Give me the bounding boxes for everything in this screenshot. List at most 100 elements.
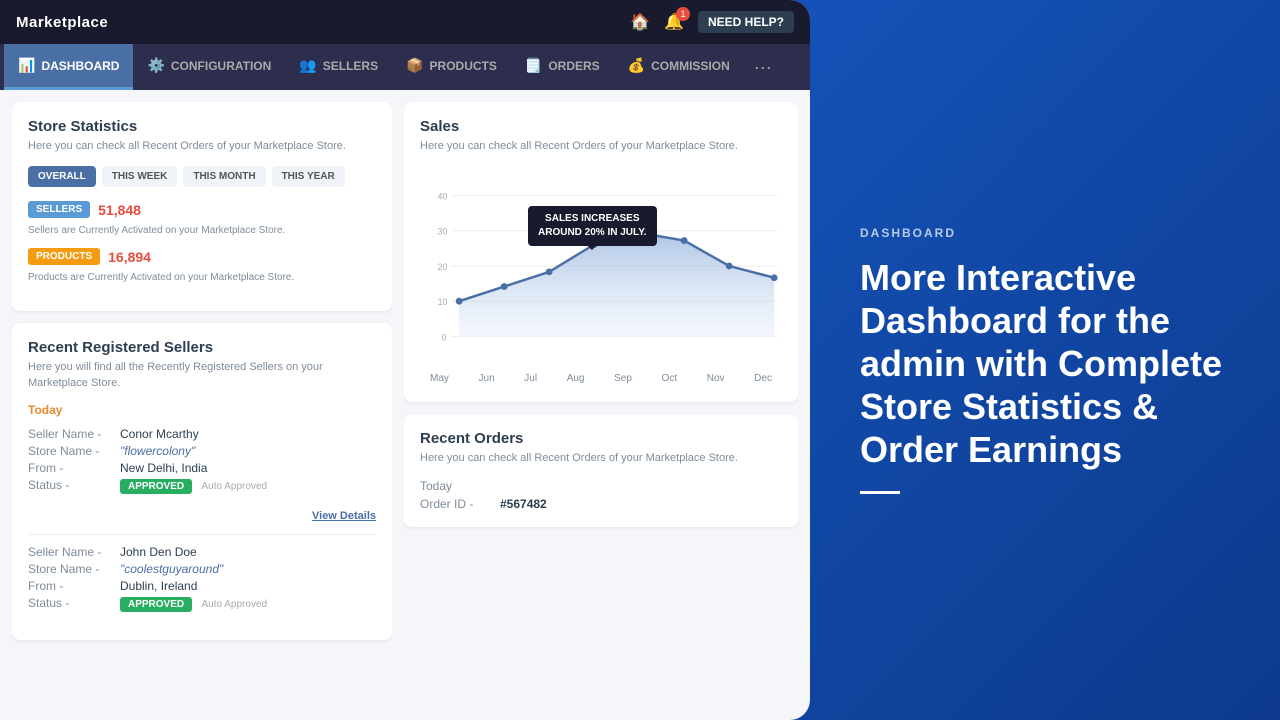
filter-this-year[interactable]: THIS YEAR [272,166,345,187]
products-count: 16,894 [108,249,151,265]
view-details-button-1[interactable]: View Details [312,510,376,522]
seller-2-name-row: Seller Name - John Den Doe [28,545,376,559]
seller-name-1: Conor Mcarthy [120,427,376,441]
svg-text:40: 40 [438,192,448,202]
seller-1-name-row: Seller Name - Conor Mcarthy [28,427,376,441]
label-oct: Oct [662,373,678,384]
status-badge-1: APPROVED [120,479,192,494]
tab-sellers[interactable]: 👥 SELLERS [285,44,392,90]
sellers-tab-icon: 👥 [299,57,316,74]
seller-2-store-row: Store Name - "coolestguyaround" [28,562,376,576]
view-details-row-1: View Details [28,506,376,524]
store-statistics-title: Store Statistics [28,118,376,135]
products-description: Products are Currently Activated on your… [28,271,376,285]
recent-orders-title: Recent Orders [420,430,782,447]
accent-line [860,491,900,494]
label-aug: Aug [567,373,585,384]
point-dec [771,275,778,282]
commission-tab-icon: 💰 [628,57,645,74]
point-oct [681,238,688,245]
label-sep: Sep [614,373,632,384]
from-2: Dublin, Ireland [120,579,376,593]
orders-tab-icon: 🗒️ [525,57,542,74]
home-icon[interactable]: 🏠 [630,12,650,32]
label-jul: Jul [524,373,537,384]
from-label-2: From - [28,579,118,593]
top-bar: Marketplace 🏠 🔔 1 NEED HELP? [0,0,810,44]
left-panel: Store Statistics Here you can check all … [12,102,392,708]
from-1: New Delhi, India [120,461,376,475]
filter-tabs: OVERALL THIS WEEK THIS MONTH THIS YEAR [28,166,376,187]
status-label-2: Status - [28,596,118,612]
order-id-label: Order ID - [420,497,500,511]
app-title: Marketplace [16,14,108,31]
status-label-1: Status - [28,478,118,494]
notification-badge: 1 [676,7,690,21]
need-help-button[interactable]: NEED HELP? [698,11,794,33]
order-id-value: #567482 [500,497,782,511]
order-id-row: Order ID - #567482 [420,497,782,511]
tab-more-button[interactable]: ··· [744,57,782,78]
recent-sellers-card: Recent Registered Sellers Here you will … [12,323,392,640]
configuration-tab-icon: ⚙️ [147,57,164,74]
store-statistics-subtitle: Here you can check all Recent Orders of … [28,139,376,154]
right-main-heading: More Interactive Dashboard for the admin… [860,256,1230,472]
notification-icon[interactable]: 🔔 1 [664,12,684,32]
label-nov: Nov [707,373,725,384]
point-sep [636,230,643,237]
point-jul[interactable] [546,269,553,276]
sellers-count: 51,848 [98,202,141,218]
auto-approved-2: Auto Approved [201,599,267,610]
orders-today-label: Today [420,479,782,493]
content-area: Store Statistics Here you can check all … [0,90,810,720]
filter-this-month[interactable]: THIS MONTH [183,166,265,187]
products-tab-icon: 📦 [406,57,423,74]
seller-1-status-row: Status - APPROVED Auto Approved [28,478,376,494]
store-name-1[interactable]: "flowercolony" [120,444,376,458]
products-badge: PRODUCTS [28,248,100,265]
sellers-tab-label: SELLERS [323,59,378,73]
today-label: Today [28,403,376,417]
label-dec: Dec [754,373,772,384]
store-name-label-1: Store Name - [28,444,118,458]
recent-sellers-subtitle: Here you will find all the Recently Regi… [28,360,376,391]
filter-overall[interactable]: OVERALL [28,166,96,187]
tab-configuration[interactable]: ⚙️ CONFIGURATION [133,44,285,90]
filter-this-week[interactable]: THIS WEEK [102,166,178,187]
products-stat-row: PRODUCTS 16,894 [28,248,376,265]
recent-sellers-title: Recent Registered Sellers [28,339,376,356]
sales-title: Sales [420,118,782,135]
tab-products[interactable]: 📦 PRODUCTS [392,44,511,90]
configuration-tab-label: CONFIGURATION [171,59,271,73]
label-may: May [430,373,449,384]
point-jun [501,284,508,291]
chart-x-labels: May Jun Jul Aug Sep Oct Nov Dec [420,373,782,384]
status-badge-2: APPROVED [120,597,192,612]
right-dashboard-label: DASHBOARD [860,226,1230,240]
tab-navigation: 📊 DASHBOARD ⚙️ CONFIGURATION 👥 SELLERS 📦… [0,44,810,90]
seller-name-label-2: Seller Name - [28,545,118,559]
seller-1-from-row: From - New Delhi, India [28,461,376,475]
tab-dashboard[interactable]: 📊 DASHBOARD [4,44,133,90]
seller-1-store-row: Store Name - "flowercolony" [28,444,376,458]
sellers-badge: SELLERS [28,201,90,218]
svg-text:0: 0 [442,333,447,343]
seller-name-label-1: Seller Name - [28,427,118,441]
sales-card: Sales Here you can check all Recent Orde… [404,102,798,402]
seller-1: Seller Name - Conor Mcarthy Store Name -… [28,427,376,494]
sales-chart: 40 30 20 10 0 [420,166,782,386]
store-name-2[interactable]: "coolestguyaround" [120,562,376,576]
divider-1 [28,534,376,535]
right-panel: Sales Here you can check all Recent Orde… [404,102,798,708]
commission-tab-label: COMMISSION [651,59,730,73]
tab-commission[interactable]: 💰 COMMISSION [614,44,744,90]
auto-approved-1: Auto Approved [201,481,267,492]
svg-text:20: 20 [438,262,448,272]
label-jun: Jun [479,373,495,384]
top-bar-actions: 🏠 🔔 1 NEED HELP? [630,11,794,33]
chart-svg: 40 30 20 10 0 [420,166,782,366]
tab-orders[interactable]: 🗒️ ORDERS [511,44,614,90]
seller-2-from-row: From - Dublin, Ireland [28,579,376,593]
recent-orders-card: Recent Orders Here you can check all Rec… [404,414,798,526]
svg-text:30: 30 [438,227,448,237]
